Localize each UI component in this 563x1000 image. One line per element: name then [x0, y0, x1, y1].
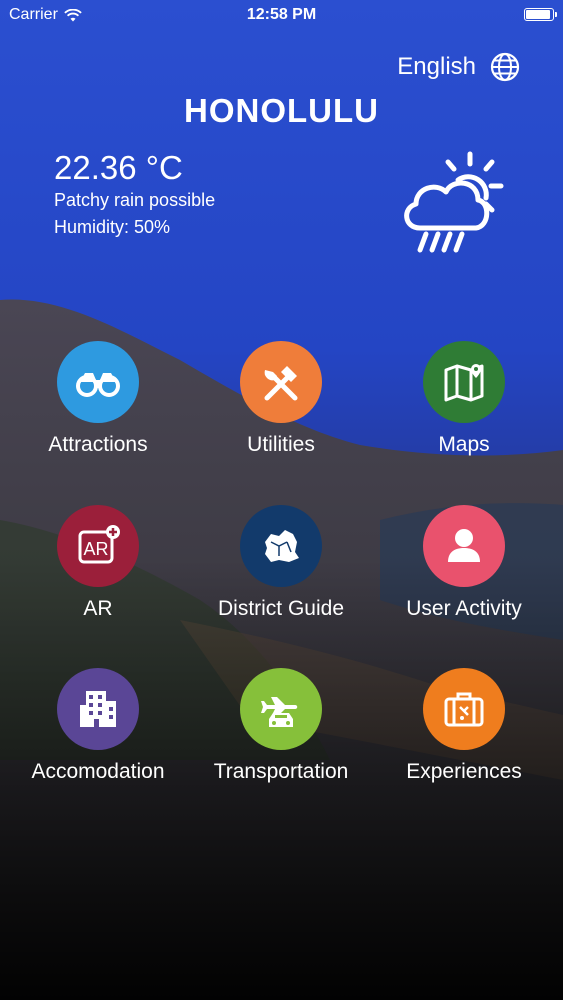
maps-button[interactable] — [423, 341, 505, 423]
accomodation-label: Accomodation — [31, 760, 165, 783]
experiences-label: Experiences — [406, 760, 522, 783]
menu-accomodation[interactable]: Accomodation — [8, 668, 188, 784]
utilities-label: Utilities — [247, 433, 315, 456]
menu-utilities[interactable]: Utilities — [191, 341, 371, 457]
globe-icon — [490, 52, 520, 82]
experiences-button[interactable] — [423, 668, 505, 750]
attractions-button[interactable] — [57, 341, 139, 423]
transportation-label: Transportation — [213, 760, 349, 783]
district-guide-button[interactable] — [240, 505, 322, 587]
language-selector[interactable]: English — [397, 52, 520, 82]
menu-attractions[interactable]: Attractions — [8, 341, 188, 457]
attractions-label: Attractions — [48, 433, 148, 456]
menu-district-guide[interactable]: District Guide — [191, 505, 371, 621]
ar-button[interactable]: AR — [57, 505, 139, 587]
menu-experiences[interactable]: Experiences — [374, 668, 554, 784]
utilities-button[interactable] — [240, 341, 322, 423]
weather-info: 22.36 °C Patchy rain possible Humidity: … — [54, 148, 215, 238]
menu-ar[interactable]: AR AR — [8, 505, 188, 621]
weather-description: Patchy rain possible — [54, 190, 216, 210]
status-time: 12:58 PM — [246, 6, 317, 23]
accomodation-button[interactable] — [57, 668, 139, 750]
user-icon — [448, 529, 480, 562]
menu-user-activity[interactable]: User Activity — [374, 505, 554, 621]
language-label: English — [397, 53, 476, 80]
binoculars-icon — [76, 373, 120, 397]
building-icon — [80, 691, 116, 727]
user-activity-label: User Activity — [406, 597, 522, 620]
ar-label: AR — [83, 597, 113, 620]
ar-icon: AR — [78, 525, 120, 564]
menu-maps[interactable]: Maps — [374, 341, 554, 457]
humidity: Humidity: 50% — [54, 217, 171, 237]
transport-icon — [261, 697, 298, 727]
temperature: 22.36 °C — [54, 149, 183, 186]
map-icon — [444, 364, 484, 402]
city-title: HONOLULU — [184, 92, 379, 129]
user-activity-button[interactable] — [423, 505, 505, 587]
status-bar: Carrier 12:58 PM — [0, 0, 563, 30]
tools-icon — [264, 366, 298, 401]
district-map-icon — [265, 530, 299, 562]
maps-label: Maps — [438, 433, 490, 456]
district-guide-label: District Guide — [217, 597, 345, 620]
rain-sun-icon — [404, 151, 504, 253]
svg-text:AR: AR — [83, 539, 108, 559]
menu-transportation[interactable]: Transportation — [191, 668, 371, 784]
suitcase-icon — [444, 692, 484, 727]
transportation-button[interactable] — [240, 668, 322, 750]
battery-icon — [524, 8, 557, 21]
